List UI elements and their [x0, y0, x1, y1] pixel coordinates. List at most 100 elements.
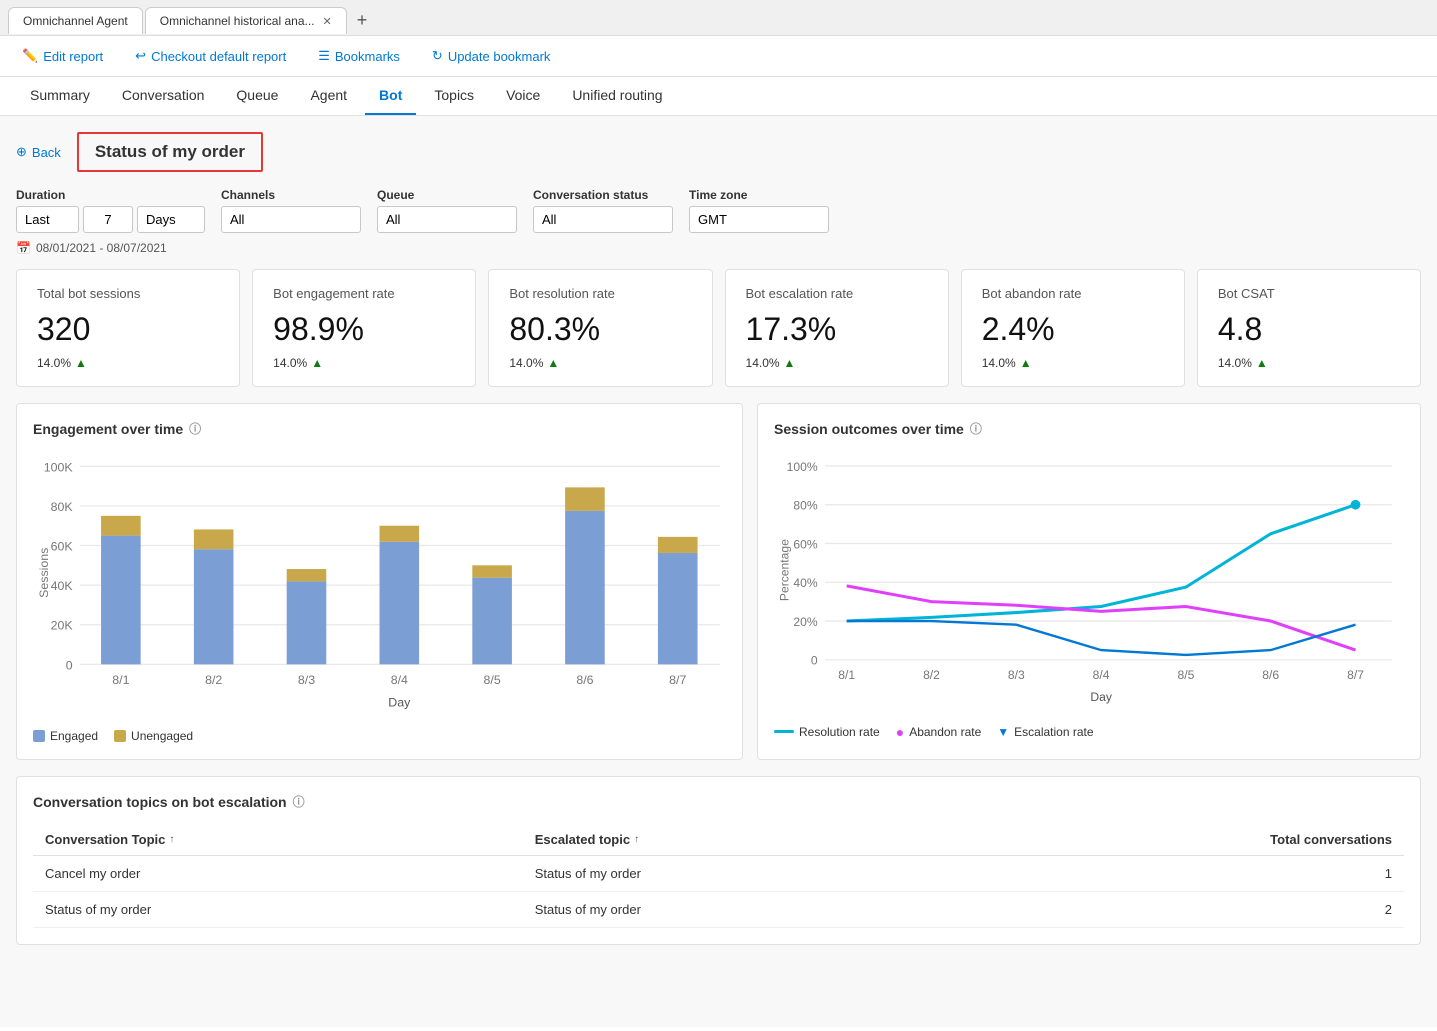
- edit-report-button[interactable]: ✏️ Edit report: [16, 44, 109, 68]
- abandon-label: Abandon rate: [909, 725, 981, 739]
- channels-select[interactable]: All: [221, 206, 361, 233]
- info-icon[interactable]: ⓘ: [189, 420, 201, 437]
- tab-summary[interactable]: Summary: [16, 77, 104, 115]
- svg-text:8/6: 8/6: [1262, 668, 1279, 682]
- col-total-label: Total conversations: [1270, 832, 1392, 847]
- tab-voice[interactable]: Voice: [492, 77, 554, 115]
- resolution-label: Resolution rate: [799, 725, 880, 739]
- resolution-color: [774, 730, 794, 733]
- add-tab-button[interactable]: +: [349, 6, 376, 35]
- info-icon[interactable]: ⓘ: [970, 420, 982, 437]
- kpi-bot-escalation-rate: Bot escalation rate 17.3% 14.0% ▲: [725, 269, 949, 387]
- kpi-change-text: 14.0%: [509, 356, 543, 370]
- kpi-title: Bot resolution rate: [509, 286, 691, 301]
- engagement-chart-card: Engagement over time ⓘ 100K 80K 60K 40K …: [16, 403, 743, 760]
- engaged-color: [33, 730, 45, 742]
- kpi-change: 14.0% ▲: [509, 356, 691, 370]
- channels-label: Channels: [221, 188, 361, 202]
- cell-escalated: Status of my order: [523, 856, 939, 892]
- back-button[interactable]: ⊕ Back: [16, 144, 61, 160]
- kpi-title: Bot abandon rate: [982, 286, 1164, 301]
- svg-text:20K: 20K: [51, 619, 74, 633]
- session-outcomes-chart-title: Session outcomes over time ⓘ: [774, 420, 1404, 437]
- conversation-status-label: Conversation status: [533, 188, 673, 202]
- col-sort-topic[interactable]: Conversation Topic ↑: [45, 832, 174, 847]
- channels-filter: Channels All: [221, 188, 361, 233]
- tab-unified-routing[interactable]: Unified routing: [558, 77, 676, 115]
- tab-agent[interactable]: Agent: [296, 77, 361, 115]
- col-header-topic[interactable]: Conversation Topic ↑: [33, 824, 523, 856]
- close-icon[interactable]: ✕: [323, 15, 332, 28]
- kpi-value: 80.3%: [509, 311, 691, 348]
- kpi-change-text: 14.0%: [37, 356, 71, 370]
- engagement-legend: Engaged Unengaged: [33, 729, 726, 743]
- kpi-title: Bot escalation rate: [746, 286, 928, 301]
- session-outcomes-title-text: Session outcomes over time: [774, 421, 964, 437]
- svg-text:8/4: 8/4: [1093, 668, 1110, 682]
- sort-icon: ↑: [634, 834, 639, 845]
- edit-icon: ✏️: [22, 48, 38, 64]
- info-icon[interactable]: ⓘ: [293, 793, 305, 810]
- session-outcomes-chart-card: Session outcomes over time ⓘ 100% 80% 60…: [757, 403, 1421, 760]
- page-header: ⊕ Back Status of my order: [16, 132, 1421, 172]
- queue-select[interactable]: All: [377, 206, 517, 233]
- svg-text:Sessions: Sessions: [37, 548, 51, 598]
- session-outcomes-legend: Resolution rate ● Abandon rate ▼ Escalat…: [774, 724, 1404, 740]
- tab-topics[interactable]: Topics: [420, 77, 488, 115]
- legend-engaged: Engaged: [33, 729, 98, 743]
- svg-text:40K: 40K: [51, 579, 74, 593]
- kpi-row: Total bot sessions 320 14.0% ▲ Bot engag…: [16, 269, 1421, 387]
- kpi-change-text: 14.0%: [746, 356, 780, 370]
- duration-unit-select[interactable]: Days: [137, 206, 205, 233]
- kpi-title: Bot CSAT: [1218, 286, 1400, 301]
- session-outcomes-svg: 100% 80% 60% 40% 20% 0 Percentage: [774, 449, 1404, 716]
- escalation-triangle-icon: ▼: [997, 725, 1009, 739]
- table-title-text: Conversation topics on bot escalation: [33, 794, 287, 810]
- tab-omnichannel-agent[interactable]: Omnichannel Agent: [8, 7, 143, 34]
- checkout-default-button[interactable]: ↩ Checkout default report: [129, 44, 292, 68]
- kpi-bot-engagement-rate: Bot engagement rate 98.9% 14.0% ▲: [252, 269, 476, 387]
- engagement-chart-title: Engagement over time ⓘ: [33, 420, 726, 437]
- tab-bot[interactable]: Bot: [365, 77, 416, 115]
- kpi-change-text: 14.0%: [273, 356, 307, 370]
- timezone-select[interactable]: GMT: [689, 206, 829, 233]
- toolbar: ✏️ Edit report ↩ Checkout default report…: [0, 36, 1437, 77]
- sort-icon: ↑: [169, 834, 174, 845]
- unengaged-label: Unengaged: [131, 729, 193, 743]
- kpi-change: 14.0% ▲: [982, 356, 1164, 370]
- col-sort-escalated[interactable]: Escalated topic ↑: [535, 832, 639, 847]
- tab-queue[interactable]: Queue: [222, 77, 292, 115]
- date-range: 📅 08/01/2021 - 08/07/2021: [16, 241, 1421, 255]
- tab-conversation[interactable]: Conversation: [108, 77, 219, 115]
- legend-resolution-rate: Resolution rate: [774, 725, 880, 739]
- table-section-title: Conversation topics on bot escalation ⓘ: [33, 793, 1404, 810]
- legend-unengaged: Unengaged: [114, 729, 193, 743]
- engagement-chart-container: 100K 80K 60K 40K 20K 0 Sessions: [33, 449, 726, 721]
- svg-text:8/2: 8/2: [205, 673, 222, 687]
- table-row: Status of my order Status of my order 2: [33, 892, 1404, 928]
- kpi-value: 4.8: [1218, 311, 1400, 348]
- update-bookmark-button[interactable]: ↻ Update bookmark: [426, 44, 557, 68]
- up-arrow-icon: ▲: [75, 356, 87, 370]
- bookmarks-button[interactable]: ☰ Bookmarks: [312, 44, 406, 68]
- tab-omnichannel-historical[interactable]: Omnichannel historical ana... ✕: [145, 7, 347, 34]
- main-content: ⊕ Back Status of my order Duration Last …: [0, 116, 1437, 1027]
- date-range-text: 08/01/2021 - 08/07/2021: [36, 241, 167, 255]
- kpi-total-bot-sessions: Total bot sessions 320 14.0% ▲: [16, 269, 240, 387]
- kpi-title: Bot engagement rate: [273, 286, 455, 301]
- calendar-icon: 📅: [16, 241, 31, 255]
- checkout-icon: ↩: [135, 48, 146, 64]
- cell-escalated: Status of my order: [523, 892, 939, 928]
- svg-text:8/3: 8/3: [1008, 668, 1025, 682]
- queue-filter: Queue All: [377, 188, 517, 233]
- kpi-bot-csat: Bot CSAT 4.8 14.0% ▲: [1197, 269, 1421, 387]
- kpi-change-text: 14.0%: [1218, 356, 1252, 370]
- svg-text:60K: 60K: [51, 539, 74, 553]
- tab-label: Omnichannel Agent: [23, 14, 128, 28]
- duration-value-input[interactable]: [83, 206, 133, 233]
- conversation-status-select[interactable]: All: [533, 206, 673, 233]
- browser-tabs: Omnichannel Agent Omnichannel historical…: [0, 0, 1437, 36]
- col-header-escalated[interactable]: Escalated topic ↑: [523, 824, 939, 856]
- up-arrow-icon: ▲: [547, 356, 559, 370]
- duration-period-select[interactable]: Last: [16, 206, 79, 233]
